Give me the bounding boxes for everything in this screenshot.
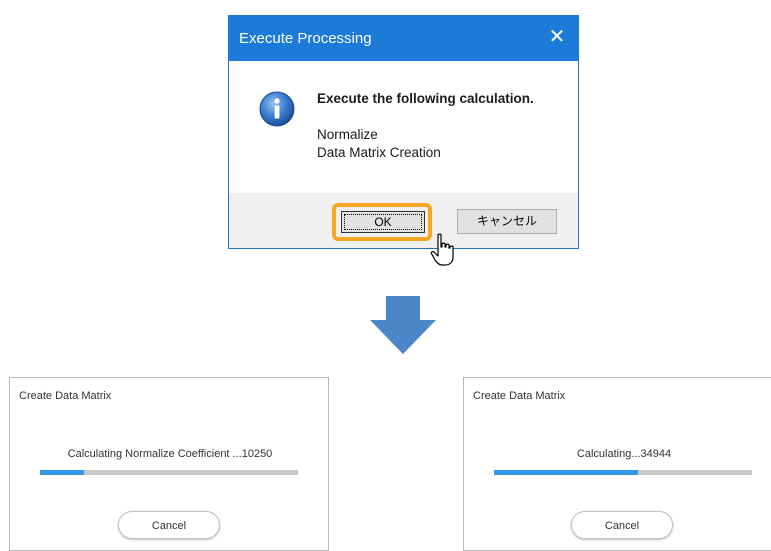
progress-bar-fill [494, 470, 639, 475]
calculation-item: Normalize [317, 127, 378, 142]
progress-bar-fill [40, 470, 84, 475]
progress-bar [40, 470, 298, 475]
dialog-body: Execute the following calculation. Norma… [229, 61, 578, 193]
close-icon[interactable]: ✕ [546, 25, 568, 49]
ok-button[interactable]: OK [341, 211, 425, 233]
window-title: Create Data Matrix [19, 390, 112, 402]
dialog-message: Execute the following calculation. [317, 91, 534, 106]
dialog-title: Execute Processing [239, 30, 372, 47]
info-icon [259, 91, 295, 127]
cancel-button[interactable]: Cancel [118, 511, 220, 539]
progress-status: Calculating Normalize Coefficient ...102… [67, 448, 273, 460]
create-data-matrix-window-calculating: Create Data Matrix Calculating...34944 C… [463, 377, 771, 551]
progress-status: Calculating...34944 [576, 448, 672, 460]
down-arrow-icon [370, 296, 436, 354]
dialog-footer: OK キャンセル [229, 193, 578, 248]
window-title: Create Data Matrix [473, 390, 566, 402]
cancel-button[interactable]: Cancel [571, 511, 673, 539]
calculation-item: Data Matrix Creation [317, 145, 441, 160]
progress-bar [494, 470, 752, 475]
dialog-titlebar: Execute Processing ✕ [229, 16, 578, 61]
hand-pointer-icon [430, 233, 454, 266]
create-data-matrix-window-normalize: Create Data Matrix Calculating Normalize… [9, 377, 329, 551]
cancel-button[interactable]: キャンセル [457, 209, 557, 234]
execute-processing-dialog: Execute Processing ✕ Execute the followi… [228, 15, 579, 249]
